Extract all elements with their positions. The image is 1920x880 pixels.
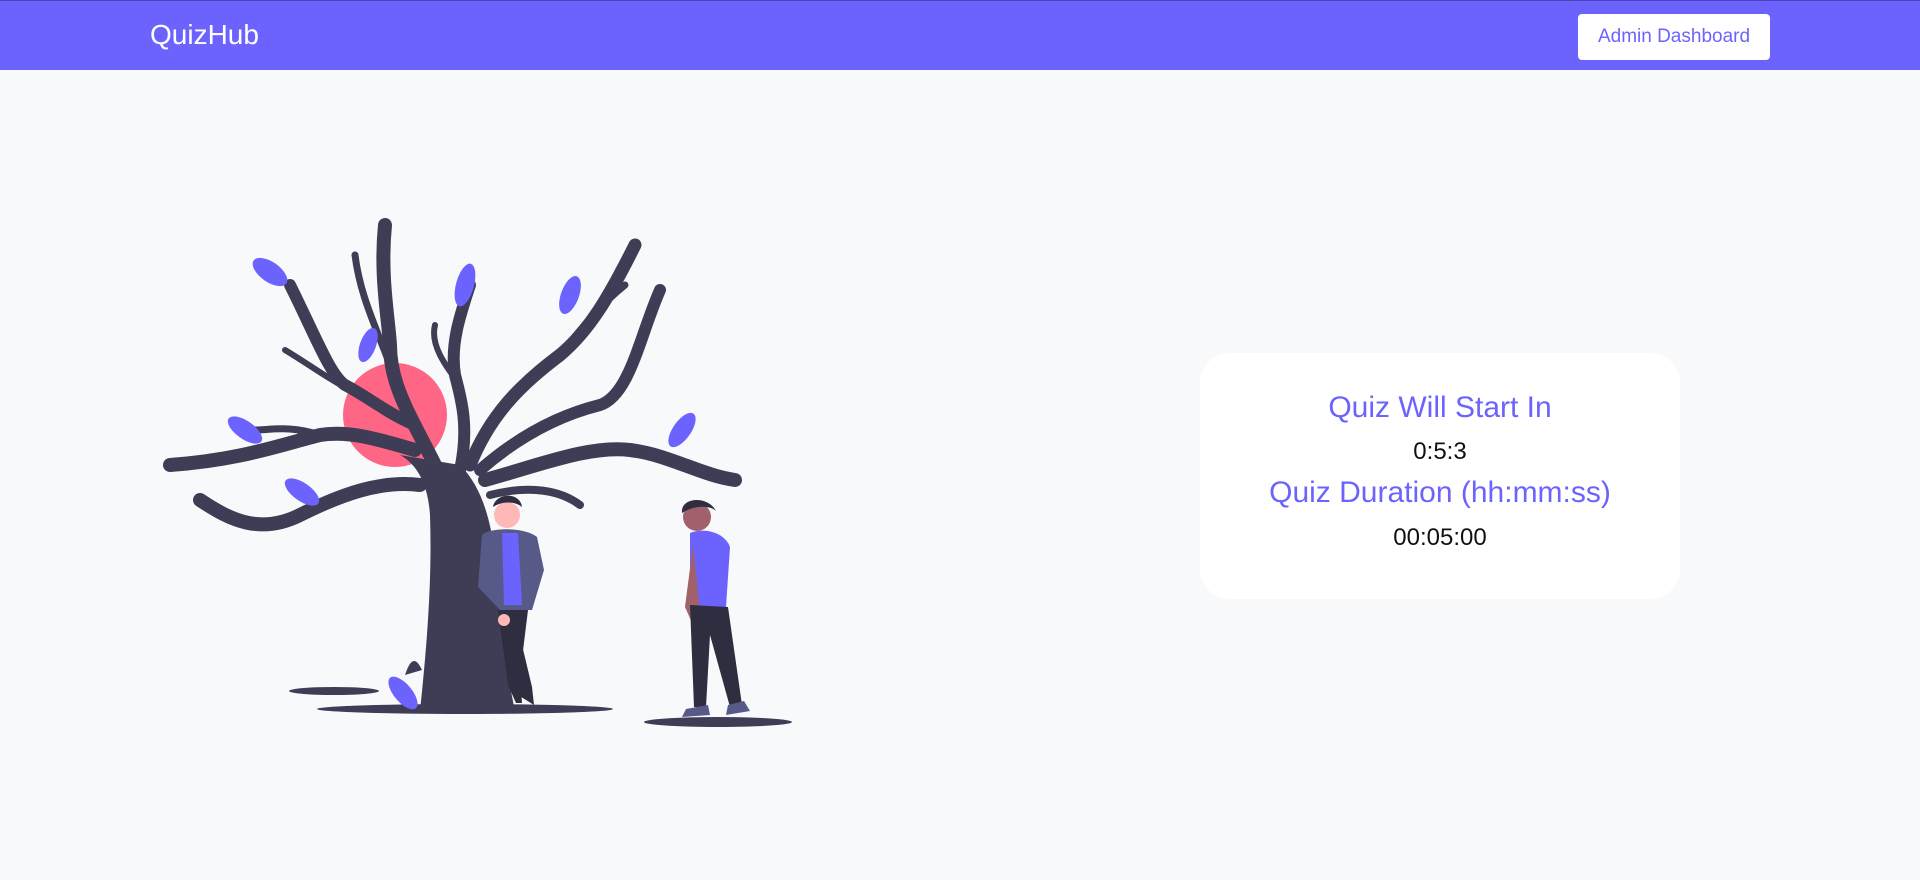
tree-and-people-illustration bbox=[163, 218, 792, 727]
ground-shadow-small bbox=[289, 687, 379, 695]
person-standing bbox=[681, 499, 750, 717]
brand-logo-link[interactable]: QuizHub bbox=[150, 19, 259, 51]
quiz-duration-heading: Quiz Duration (hh:mm:ss) bbox=[1269, 476, 1611, 509]
countdown-timer: 0:5:3 bbox=[1413, 438, 1467, 465]
quiz-start-heading: Quiz Will Start In bbox=[1328, 391, 1552, 424]
quiz-info-card: Quiz Will Start In 0:5:3 Quiz Duration (… bbox=[1200, 353, 1680, 599]
small-plant bbox=[405, 660, 422, 675]
navbar: QuizHub Admin Dashboard bbox=[0, 0, 1920, 70]
ground-shadow-person bbox=[644, 717, 792, 727]
admin-dashboard-button[interactable]: Admin Dashboard bbox=[1578, 14, 1770, 60]
quiz-duration-value: 00:05:00 bbox=[1393, 524, 1487, 551]
